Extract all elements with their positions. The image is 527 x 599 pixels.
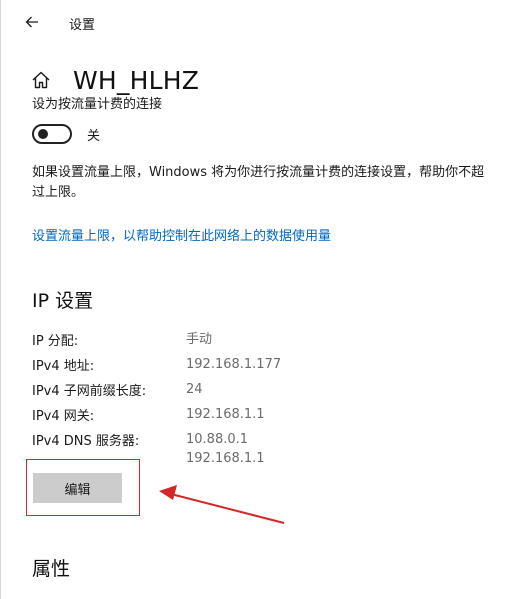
metered-connection-label: 设为按流量计费的连接 — [32, 97, 163, 112]
ip-row-value: 192.168.1.177 — [186, 357, 282, 372]
back-button[interactable] — [19, 10, 45, 34]
page-title: WH_HLHZ — [73, 65, 200, 95]
ip-row-label: IPv4 地址: — [32, 359, 95, 374]
ip-row-value: 手动 — [186, 332, 213, 347]
properties-title: 属性 — [32, 558, 71, 580]
toggle-knob — [38, 129, 48, 139]
ip-row-value: 192.168.1.1 — [186, 451, 265, 466]
back-arrow-icon — [25, 16, 38, 28]
edit-button[interactable]: 编辑 — [33, 473, 122, 503]
home-icon — [31, 70, 51, 90]
ip-row-label: IP 分配: — [32, 334, 79, 349]
ip-row-value: 10.88.0.1 — [186, 432, 249, 447]
page-header: WH_HLHZ — [31, 60, 199, 100]
ip-row-value: 24 — [186, 382, 203, 397]
ip-row-label: IPv4 子网前缀长度: — [32, 384, 147, 399]
metered-connection-toggle[interactable] — [32, 124, 72, 144]
ip-settings-title: IP 设置 — [32, 290, 94, 312]
ip-row-label: IPv4 网关: — [32, 409, 95, 424]
metered-toggle-row: 关 — [32, 124, 100, 144]
toggle-state-label: 关 — [87, 128, 101, 144]
ip-row-value: 192.168.1.1 — [186, 407, 265, 422]
ip-row-label: IPv4 DNS 服务器: — [32, 434, 140, 449]
app-title: 设置 — [69, 18, 96, 33]
metered-description: 如果设置流量上限，Windows 将为你进行按流量计费的连接设置，帮助你不超过上… — [32, 165, 485, 200]
set-data-limit-link[interactable]: 设置流量上限，以帮助控制在此网络上的数据使用量 — [32, 225, 331, 244]
title-bar: 设置 — [1, 0, 527, 44]
